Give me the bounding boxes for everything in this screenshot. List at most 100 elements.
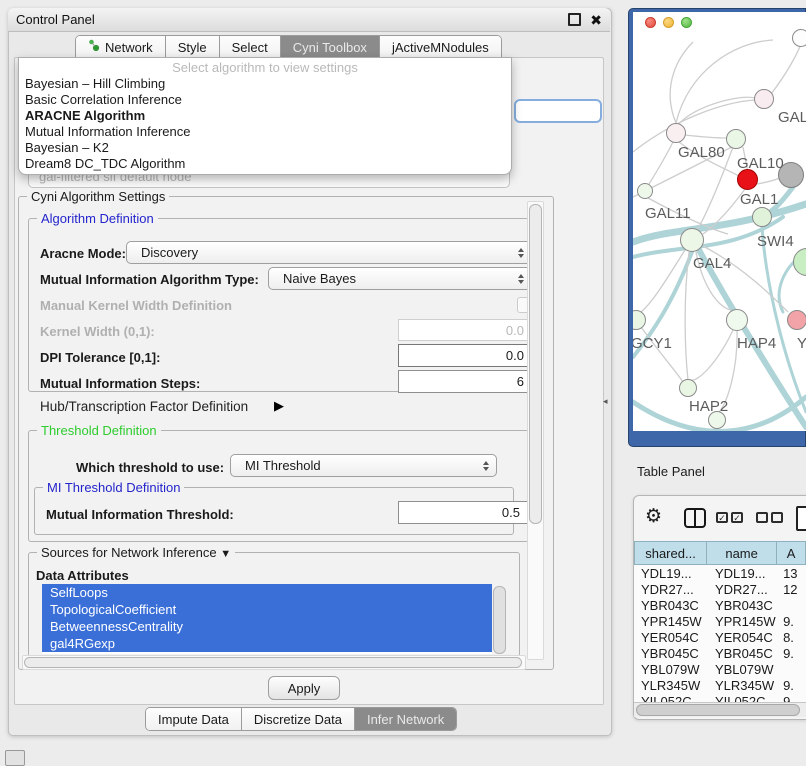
network-canvas[interactable]: GAL GAL80 GAL10 GAL1 GAL11 SWI4 GAL4 GCY… <box>633 12 806 431</box>
node-gal10[interactable] <box>726 129 746 149</box>
table-row[interactable]: YBR043CYBR043C <box>634 597 806 613</box>
mi-algorithm-type-combo[interactable]: Naive Bayes <box>268 267 532 290</box>
node-gal11[interactable] <box>637 183 653 199</box>
node[interactable] <box>754 89 774 109</box>
which-threshold-combo[interactable]: MI Threshold <box>230 454 497 477</box>
tab-select-label: Select <box>232 40 268 55</box>
settings-vertical-scrollbar-thumb[interactable] <box>529 204 542 524</box>
mi-threshold-label: Mutual Information Threshold: <box>46 507 234 522</box>
settings-horizontal-scrollbar-thumb[interactable] <box>24 657 522 668</box>
algorithm-option[interactable]: Basic Correlation Inference <box>19 92 511 108</box>
dpi-tolerance-field[interactable]: 0.0 <box>398 344 532 367</box>
node-label: GAL1 <box>740 191 778 208</box>
gear-icon[interactable]: ⚙ <box>645 505 662 528</box>
tab-impute-data[interactable]: Impute Data <box>146 708 241 730</box>
tab-jactivemnodules-label: jActiveMNodules <box>392 40 489 55</box>
collapse-down-arrow-icon[interactable]: ▼ <box>220 548 231 560</box>
screen: { "colors": { "selection_blue": "#3a6fd8… <box>0 0 806 762</box>
aracne-mode-combo[interactable]: Discovery <box>126 241 532 264</box>
float-window-icon[interactable] <box>568 13 581 26</box>
tab-style[interactable]: Style <box>165 36 219 58</box>
chevron-updown-icon <box>483 461 489 471</box>
node-hap2[interactable] <box>679 379 697 397</box>
split-view-icon[interactable] <box>684 508 706 528</box>
tab-jactivemnodules[interactable]: jActiveMNodules <box>379 36 501 58</box>
mi-steps-field[interactable]: 6 <box>398 370 532 393</box>
tab-select[interactable]: Select <box>219 36 280 58</box>
expand-right-arrow-icon[interactable]: ▶ <box>274 398 284 414</box>
list-scrollbar[interactable] <box>493 586 506 654</box>
cyni-algorithm-settings-title: Cyni Algorithm Settings <box>27 189 169 204</box>
node-label: SWI4 <box>757 233 794 250</box>
table-row[interactable]: YBL079WYBL079W <box>634 661 806 677</box>
node-hap4[interactable] <box>726 309 748 331</box>
page-icon[interactable] <box>796 506 806 531</box>
window-minimize-button[interactable] <box>663 17 674 28</box>
node-gal80[interactable] <box>666 123 686 143</box>
apply-button[interactable]: Apply <box>268 676 340 700</box>
tab-infer-network-label: Infer Network <box>367 712 444 727</box>
list-item-selected[interactable]: SelfLoops <box>42 584 492 601</box>
node-label: HAP2 <box>689 398 728 415</box>
table-row[interactable]: YPR145WYPR145W9. <box>634 613 806 629</box>
collapsed-panel-button[interactable] <box>5 750 25 766</box>
table-panel-title: Table Panel <box>637 464 705 479</box>
node-label: GCY1 <box>633 335 672 352</box>
tab-network[interactable]: Network <box>76 36 165 58</box>
tab-network-label: Network <box>105 40 153 55</box>
node-gal4[interactable] <box>680 228 704 252</box>
node-label: Y <box>797 335 806 352</box>
algorithm-option[interactable]: Mutual Information Inference <box>19 124 511 140</box>
show-columns-icon[interactable]: ✓✓ <box>716 512 743 523</box>
node-swi4[interactable] <box>752 207 772 227</box>
column-header-shared-name[interactable]: shared... <box>634 541 707 565</box>
algorithm-option-selected[interactable]: ARACNE Algorithm <box>19 108 511 124</box>
node-table: shared... name A YDL19...YDL19...13 YDR2… <box>634 541 806 709</box>
mi-algorithm-type-label: Mutual Information Algorithm Type: <box>40 272 259 287</box>
close-icon[interactable]: ✖ <box>590 14 602 26</box>
which-threshold-value: MI Threshold <box>231 458 321 473</box>
list-item-selected[interactable]: TopologicalCoefficient <box>42 601 492 618</box>
mi-steps-label: Mutual Information Steps: <box>40 376 200 391</box>
kernel-width-field[interactable]: 0.0 <box>398 319 532 341</box>
node[interactable] <box>792 29 806 47</box>
list-item-selected[interactable]: gal4RGexp <box>42 635 492 652</box>
algorithm-option[interactable]: Bayesian – Hill Climbing <box>19 76 511 92</box>
column-header-name[interactable]: name <box>707 541 777 565</box>
window-close-button[interactable] <box>645 17 656 28</box>
list-item-selected[interactable]: BetweennessCentrality <box>42 618 492 635</box>
aracne-mode-value: Discovery <box>127 245 198 260</box>
mi-threshold-field[interactable]: 0.5 <box>398 501 528 524</box>
table-row[interactable]: YDR27...YDR27...12 <box>634 581 806 597</box>
table-row[interactable]: YER054CYER054C8. <box>634 629 806 645</box>
sources-title-text: Sources for Network Inference <box>41 545 217 560</box>
table-row[interactable]: YDL19...YDL19...13 <box>634 565 806 581</box>
node-label: GAL4 <box>693 255 731 272</box>
mi-algorithm-type-value: Naive Bayes <box>269 271 356 286</box>
window-zoom-button[interactable] <box>681 17 692 28</box>
node-pink[interactable] <box>787 310 806 330</box>
data-attributes-label: Data Attributes <box>36 568 129 583</box>
table-row[interactable]: YLR345WYLR345W9. <box>634 677 806 693</box>
tab-discretize-data[interactable]: Discretize Data <box>241 708 354 730</box>
hide-columns-icon[interactable]: ✓✓ <box>756 512 783 523</box>
aracne-mode-label: Aracne Mode: <box>40 246 126 261</box>
control-panel-tabbar: Network Style Select Cyni Toolbox jActiv… <box>75 35 502 59</box>
node-red-selected[interactable] <box>737 169 758 190</box>
tab-infer-network[interactable]: Infer Network <box>354 708 456 730</box>
algorithm-option[interactable]: Dream8 DC_TDC Algorithm <box>19 156 511 172</box>
algorithm-combo-focus-stub[interactable] <box>514 99 602 123</box>
table-hscrollbar-thumb[interactable] <box>636 704 800 716</box>
column-header-cropped[interactable]: A <box>777 541 806 565</box>
tab-discretize-data-label: Discretize Data <box>254 712 342 727</box>
kernel-width-value: 0.0 <box>506 323 524 338</box>
tab-cyni-toolbox[interactable]: Cyni Toolbox <box>280 36 379 58</box>
mi-threshold-group-title: MI Threshold Definition <box>43 480 184 495</box>
panel-resize-handle-icon[interactable]: ◂ <box>603 396 608 407</box>
table-row[interactable]: YBR045CYBR045C9. <box>634 645 806 661</box>
algorithm-option[interactable]: Bayesian – K2 <box>19 140 511 156</box>
control-panel-titlebar[interactable]: Control Panel ✖ <box>8 8 610 32</box>
chevron-updown-icon <box>518 248 524 258</box>
algorithm-definition-title: Algorithm Definition <box>37 211 158 226</box>
sources-group-title: Sources for Network Inference ▼ <box>37 545 235 562</box>
